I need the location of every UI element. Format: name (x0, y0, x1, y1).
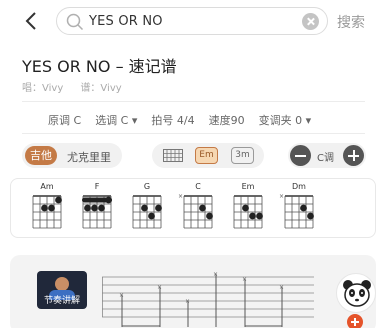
chord-am[interactable]: Am (27, 182, 67, 234)
chord-name: Am (40, 182, 54, 191)
add-icon[interactable] (347, 314, 363, 328)
song-title: YES OR NO – 速记谱 (22, 57, 177, 76)
key-down-icon[interactable] (290, 145, 311, 166)
chord-diagram (32, 195, 62, 229)
chord-diagram (82, 195, 112, 229)
chord-diagram: × (279, 193, 314, 229)
clear-icon[interactable] (302, 13, 319, 30)
chord-diagram: × (178, 193, 213, 229)
search-button[interactable]: 搜索 (337, 12, 365, 32)
capo-select[interactable]: 变调夹 0 ▾ (259, 112, 312, 128)
chord-diagram (233, 195, 263, 229)
chord-dm[interactable]: Dm × (279, 182, 319, 234)
instrument-name[interactable]: 尤克里里 (67, 149, 111, 165)
tab-staff: × × × × × × (102, 271, 314, 327)
chord-diagram (132, 195, 162, 229)
svg-text:×: × (119, 292, 124, 299)
back-button[interactable] (20, 8, 42, 34)
chord-name: F (94, 182, 100, 191)
original-key: 原调 C (48, 114, 82, 127)
chord-panel: Am F G C × Em Dm × (10, 178, 376, 238)
svg-text:×: × (185, 298, 190, 305)
song-meta: 唱：Vivy 谱：Vivy (22, 79, 136, 94)
search-value: YES OR NO (89, 14, 163, 29)
svg-text:×: × (279, 193, 284, 200)
panda-assistant-button[interactable] (336, 273, 376, 313)
svg-text:×: × (178, 193, 183, 200)
chord-name: G (143, 182, 151, 191)
settings-row: 原调 C 选调 C ▾ 拍号 4/4 速度90 变调夹 0 ▾ (48, 112, 325, 128)
chord-f[interactable]: F (77, 182, 117, 234)
chord-c[interactable]: C × (178, 182, 218, 234)
score-label[interactable]: 谱：Vivy (80, 83, 121, 94)
chord-name: C (195, 182, 201, 191)
em-diagram-toggle[interactable]: Em (195, 147, 218, 164)
instrument-tag[interactable]: 吉他 (25, 146, 57, 165)
video-label: 节奏讲解 (43, 296, 80, 306)
singer-label[interactable]: 唱：Vivy (22, 83, 63, 94)
svg-text:×: × (213, 271, 218, 278)
chord-name: Em (241, 182, 255, 191)
divider (22, 101, 365, 102)
avatar (55, 277, 69, 291)
key-up-icon[interactable] (343, 145, 364, 166)
search-input[interactable]: YES OR NO (56, 7, 328, 35)
panda-icon (343, 280, 371, 307)
divider (22, 133, 365, 134)
rhythm-video-thumbnail[interactable]: 节奏讲解 (37, 271, 87, 309)
diagram-style-switch: Em 3m (152, 143, 264, 168)
key-control: C调 (288, 143, 366, 168)
back-arrow-icon (25, 12, 36, 30)
tab-panel: 节奏讲解 × × × × × × (10, 255, 376, 328)
search-icon (66, 13, 84, 31)
chord-grid-icon[interactable] (163, 149, 183, 162)
3m-diagram-toggle[interactable]: 3m (231, 147, 254, 164)
key-label: C调 (317, 153, 334, 164)
chord-g[interactable]: G (127, 182, 167, 234)
chord-name: Dm (292, 182, 306, 191)
svg-text:×: × (157, 284, 162, 291)
chord-em[interactable]: Em (228, 182, 268, 234)
tempo: 速度90 (208, 114, 245, 127)
time-signature: 拍号 4/4 (151, 114, 195, 127)
instrument-switch[interactable]: 吉他 尤克里里 (22, 143, 122, 168)
svg-text:×: × (242, 276, 247, 283)
svg-text:×: × (279, 284, 284, 291)
key-select[interactable]: 选调 C ▾ (95, 112, 137, 128)
